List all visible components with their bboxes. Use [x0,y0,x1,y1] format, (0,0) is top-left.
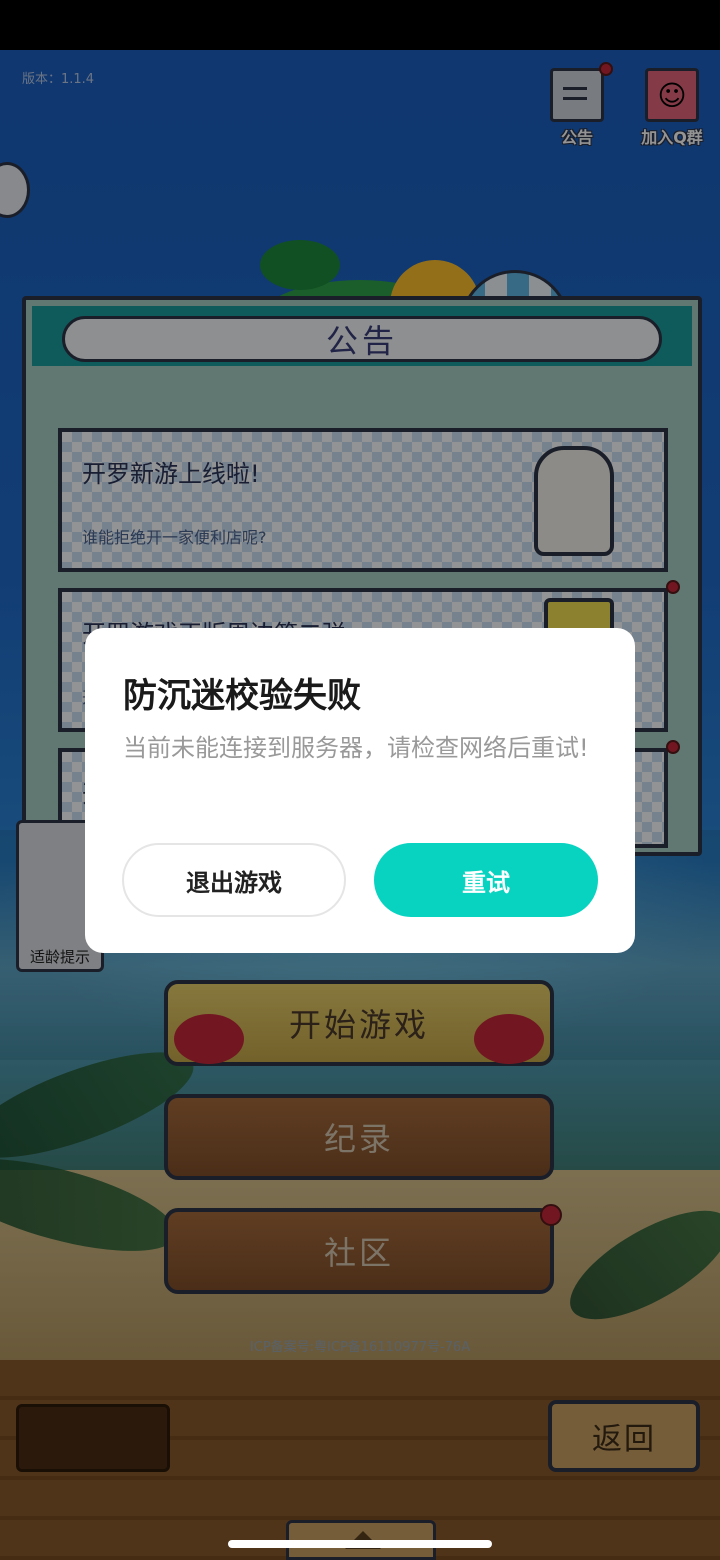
exit-game-label: 退出游戏 [186,868,282,897]
retry-label: 重试 [462,868,510,897]
home-indicator[interactable] [228,1540,492,1548]
exit-game-button[interactable]: 退出游戏 [122,843,346,917]
retry-button[interactable]: 重试 [374,843,598,917]
status-bar [0,0,720,50]
dialog-message: 当前未能连接到服务器，请检查网络后重试! [123,734,589,762]
anti-addiction-dialog: 防沉迷校验失败 当前未能连接到服务器，请检查网络后重试! 退出游戏 重试 [85,628,635,953]
dialog-title: 防沉迷校验失败 [123,676,361,716]
